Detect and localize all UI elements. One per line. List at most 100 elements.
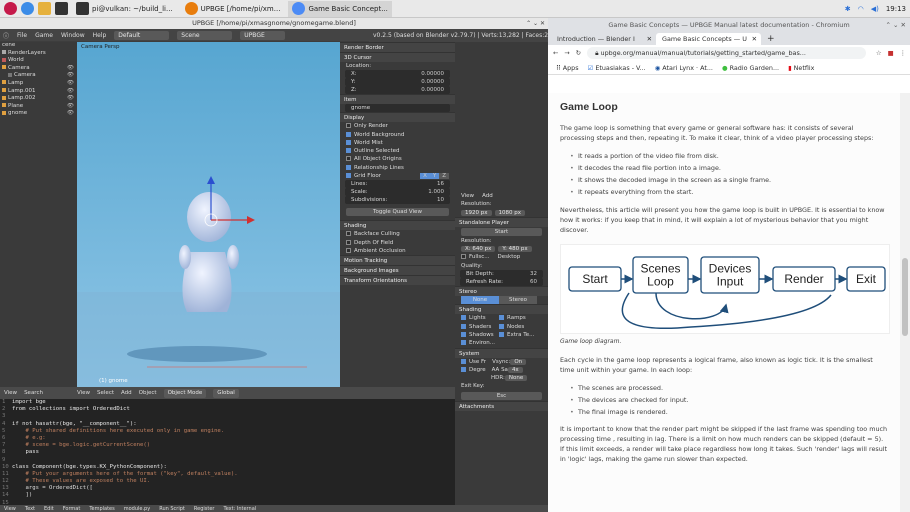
visibility-icon[interactable]: 👁︎ [67, 72, 74, 80]
checkbox[interactable] [461, 315, 466, 321]
exit-key-field[interactable]: Esc [461, 391, 542, 400]
outliner-item[interactable]: Camera 👁︎ [0, 65, 77, 73]
render-border-header[interactable]: Render Border [340, 42, 455, 52]
menu-help[interactable]: Help [93, 32, 107, 39]
back-icon[interactable]: ← [553, 49, 558, 57]
x-arrow-icon[interactable] [247, 216, 255, 224]
render-shading-option[interactable]: Shaders [461, 323, 499, 331]
display-option[interactable]: Relationship Lines [340, 164, 455, 172]
menu-window[interactable]: Window [61, 32, 85, 39]
standalone-player-header[interactable]: Standalone Player [455, 216, 548, 227]
attachments-header[interactable]: Attachments [455, 400, 548, 411]
screen-layout-field[interactable]: Default [114, 30, 170, 40]
cursor-coord-field[interactable]: X: 0.00000 [345, 70, 450, 79]
taskbar-upbge-button[interactable]: UPBGE [/home/pi/xm... [181, 1, 285, 17]
visibility-icon[interactable]: 👁︎ [67, 103, 74, 111]
tab-close-icon[interactable]: ✕ [647, 33, 652, 45]
3d-viewport[interactable]: Camera Persp (1) gnome [77, 42, 340, 387]
display-option[interactable]: World Background [340, 131, 455, 139]
checkbox[interactable] [346, 148, 351, 154]
engine-field[interactable]: UPBGE [240, 30, 286, 40]
visibility-icon[interactable]: 👁︎ [67, 80, 74, 88]
extension-icon[interactable]: ■ [888, 49, 894, 57]
browser-launcher-icon[interactable] [21, 2, 34, 15]
transform-orientations-header[interactable]: Transform Orientations [340, 275, 455, 286]
window-controls[interactable]: ⌃ ⌄ ✕ [526, 18, 545, 29]
shading-option[interactable]: Backface Culling [340, 230, 455, 238]
bookmark-netflix[interactable]: ▮ Netflix [788, 64, 814, 72]
page-scrollbar[interactable] [900, 93, 910, 512]
wifi-icon[interactable]: ◠ [858, 5, 864, 13]
display-option[interactable]: All Object Origins [340, 155, 455, 163]
z-arrow-icon[interactable] [207, 176, 215, 184]
scene-field[interactable]: Scene [177, 30, 233, 40]
text-editor-menu-item[interactable]: Text [25, 506, 35, 512]
checkbox[interactable] [461, 323, 466, 329]
checkbox[interactable] [346, 239, 351, 245]
tb-select[interactable]: Select [97, 390, 114, 396]
checkbox[interactable] [346, 131, 351, 137]
checkbox[interactable] [346, 173, 351, 179]
stereo-option[interactable]: Stereo [499, 296, 537, 305]
grid-value-field[interactable]: Subdivisions: 10 [345, 196, 450, 205]
resolution-field[interactable]: Y: 480 px [498, 246, 532, 253]
bookmark-etuasiakas[interactable]: ☑ Etuasiakas - V... [588, 64, 646, 72]
rpanel-menu-item[interactable]: View [461, 193, 474, 199]
bookmark-apps[interactable]: ⠿ Apps [556, 64, 579, 72]
render-shading-option[interactable]: Lights [461, 314, 499, 322]
outliner-item[interactable]: Plane 👁︎ [0, 103, 77, 111]
aa-select[interactable]: 4x [507, 366, 523, 373]
outliner-item[interactable]: Lamp.001 👁︎ [0, 88, 77, 96]
bookmark-radio[interactable]: ● Radio Garden... [722, 64, 779, 72]
system-header[interactable]: System [455, 347, 548, 358]
outliner-item[interactable]: gnome 👁︎ [0, 110, 77, 118]
checkbox[interactable] [461, 366, 466, 372]
tb-global-select[interactable]: Global [213, 388, 239, 398]
refresh-rate-field[interactable]: Refresh Rate: 60 [460, 278, 543, 287]
hdr-select[interactable]: None [504, 375, 528, 382]
scroll-thumb[interactable] [902, 258, 908, 336]
motion-tracking-header[interactable]: Motion Tracking [340, 255, 455, 266]
render-shading-option[interactable]: Ramps [499, 314, 537, 322]
text-editor-menu-item[interactable]: Text: Internal [223, 506, 256, 512]
checkbox[interactable] [461, 331, 466, 337]
tab-introduction[interactable]: Introduction — Blender I ✕ [551, 33, 656, 45]
resolution-field[interactable]: 1080 px [494, 209, 525, 216]
taskbar-terminal-button[interactable]: pi@vulkan: ~/build_li... [72, 1, 177, 17]
checkbox[interactable] [346, 139, 351, 145]
checkbox[interactable] [499, 323, 504, 329]
outliner-item[interactable]: Lamp.002 👁︎ [0, 95, 77, 103]
shading-option[interactable]: Ambient Occlusion [340, 247, 455, 255]
visibility-icon[interactable]: 👁︎ [67, 65, 74, 73]
tb-object[interactable]: Object [139, 390, 157, 396]
toggle-quad-view-button[interactable]: Toggle Quad View [346, 208, 449, 217]
tab-close-icon[interactable]: ✕ [752, 33, 757, 45]
text-editor-menu-item[interactable]: Edit [44, 506, 54, 512]
grid-floor-option[interactable]: Grid Floor X Y Z [340, 172, 455, 180]
background-images-header[interactable]: Background Images [340, 265, 455, 276]
text-editor-menu-item[interactable]: Templates [89, 506, 114, 512]
star-icon[interactable]: ☆ [876, 49, 882, 57]
address-bar[interactable]: 🔒︎ upbge.org/manual/manual/tutorials/get… [587, 47, 866, 59]
info-editor-icon[interactable]: ⓘ [3, 31, 9, 40]
tb-view-left[interactable]: View [4, 390, 17, 396]
grid-axis-toggle[interactable]: X [420, 173, 430, 180]
reload-icon[interactable]: ↻ [576, 49, 581, 57]
text-editor[interactable]: 1 import bge 2 from collections import Orde… [0, 399, 455, 505]
tab-game-basic-concepts[interactable]: Game Basic Concepts — U ✕ [656, 33, 761, 45]
grid-value-field[interactable]: Scale: 1.000 [345, 188, 450, 197]
grid-value-field[interactable]: Lines: 16 [345, 180, 450, 189]
display-option[interactable]: World Mist [340, 139, 455, 147]
bluetooth-icon[interactable]: ✱ [845, 5, 851, 13]
render-shading-option[interactable]: Shadows [461, 331, 499, 339]
volume-icon[interactable]: ◀) [871, 5, 879, 13]
outliner-item[interactable]: RenderLayers [0, 50, 77, 58]
text-editor-menu-item[interactable]: Run Script [159, 506, 185, 512]
vsync-select[interactable]: On [510, 358, 527, 365]
render-shading-header[interactable]: Shading [455, 304, 548, 315]
stereo-header[interactable]: Stereo [455, 286, 548, 297]
checkbox[interactable] [499, 331, 504, 337]
checkbox[interactable] [346, 231, 351, 237]
clock[interactable]: 19:13 [886, 5, 906, 13]
3d-cursor-header[interactable]: 3D Cursor [340, 52, 455, 62]
